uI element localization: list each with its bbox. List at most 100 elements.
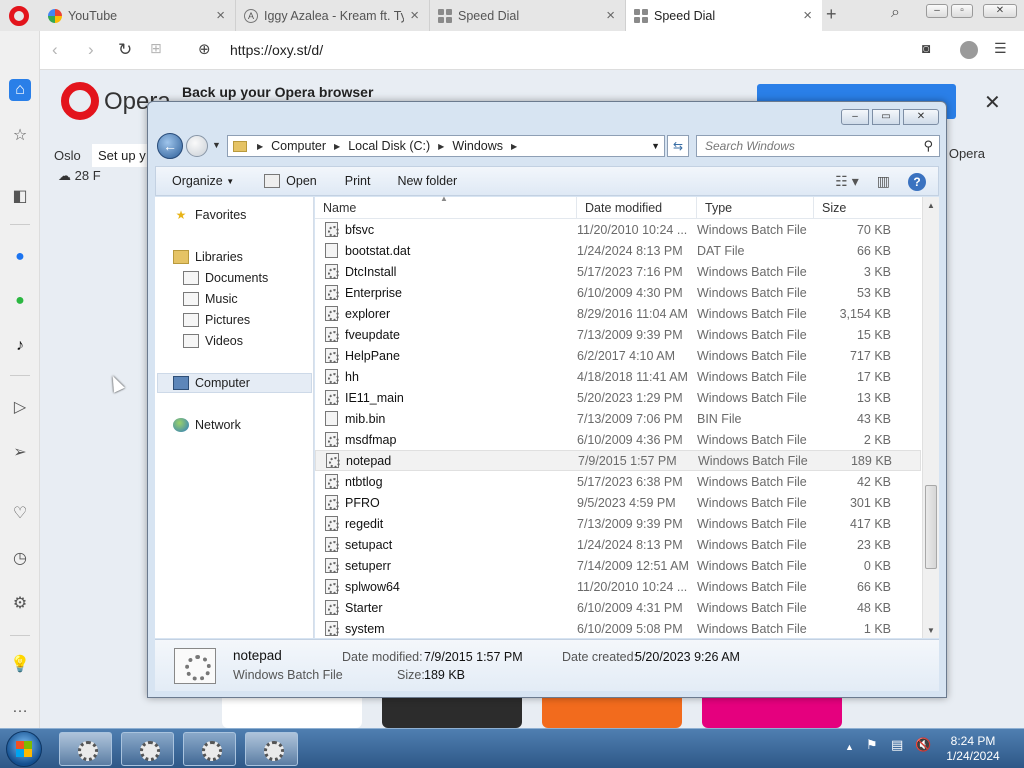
lightbulb-icon[interactable]: 💡 bbox=[9, 653, 31, 675]
tab-speed-dial[interactable]: Speed Dial × bbox=[430, 0, 626, 31]
search-input[interactable]: Search Windows ⚲ bbox=[696, 135, 940, 157]
weather-location[interactable]: Oslo bbox=[54, 148, 81, 163]
table-row[interactable]: DtcInstall 5/17/2023 7:16 PM Windows Batch… bbox=[315, 261, 921, 282]
back-icon[interactable]: ‹ bbox=[52, 40, 58, 60]
speed-dial-tile[interactable] bbox=[702, 698, 842, 728]
maximize-icon[interactable]: ▭ bbox=[872, 109, 900, 125]
nav-music[interactable]: Music bbox=[183, 292, 238, 306]
volume-muted-icon[interactable]: 🔇 bbox=[915, 737, 931, 753]
profile-icon[interactable] bbox=[960, 41, 978, 59]
organize-button[interactable]: Organize ▼ bbox=[172, 174, 234, 188]
close-icon[interactable]: ✕ bbox=[903, 109, 939, 125]
nav-videos[interactable]: Videos bbox=[183, 334, 243, 348]
table-row[interactable]: Starter 6/10/2009 4:31 PM Windows Batch Fi… bbox=[315, 597, 921, 618]
easy-setup-icon[interactable]: ☰ bbox=[994, 40, 1007, 57]
messenger-icon[interactable]: ● bbox=[9, 246, 31, 268]
breadcrumb-local-disk[interactable]: Local Disk (C:) bbox=[348, 139, 430, 153]
address-dropdown-icon[interactable]: ▼ bbox=[651, 141, 660, 151]
home-icon[interactable]: ⌂ bbox=[9, 79, 31, 101]
whatsapp-icon[interactable]: ● bbox=[9, 290, 31, 312]
table-row[interactable]: explorer 8/29/2016 11:04 AM Windows Batch … bbox=[315, 303, 921, 324]
column-size[interactable]: Size bbox=[814, 197, 891, 219]
address-bar[interactable]: ▶ Computer ▶ Local Disk (C:) ▶ Windows ▶… bbox=[227, 135, 665, 157]
new-tab-icon[interactable]: + bbox=[826, 4, 837, 25]
table-row[interactable]: bootstat.dat 1/24/2024 8:13 PM DAT File 66 … bbox=[315, 240, 921, 261]
table-row[interactable]: splwow64 11/20/2010 10:24 ... Windows Batc… bbox=[315, 576, 921, 597]
breadcrumb-windows[interactable]: Windows bbox=[452, 139, 503, 153]
minimize-icon[interactable]: – bbox=[841, 109, 869, 125]
show-hidden-icons-icon[interactable]: ▲ bbox=[845, 742, 854, 752]
tab-iggy-azalea[interactable]: A Iggy Azalea - Kream ft. Tyga × bbox=[236, 0, 430, 31]
search-tabs-icon[interactable]: ⌕ bbox=[891, 4, 900, 22]
table-row[interactable]: IE11_main 5/20/2023 1:29 PM Windows Batch … bbox=[315, 387, 921, 408]
new-folder-button[interactable]: New folder bbox=[397, 174, 457, 188]
url-field[interactable]: https://oxy.st/d/ bbox=[230, 42, 323, 58]
action-center-icon[interactable]: ⚑ bbox=[866, 737, 878, 753]
taskbar-app-button[interactable] bbox=[245, 732, 298, 766]
tab-youtube[interactable]: YouTube × bbox=[40, 0, 236, 31]
more-icon[interactable]: … bbox=[9, 697, 31, 719]
chevron-right-icon[interactable]: ▶ bbox=[334, 142, 340, 151]
history-icon[interactable]: ◷ bbox=[9, 547, 31, 569]
recent-pages-icon[interactable]: ▼ bbox=[212, 140, 221, 150]
table-row[interactable]: hh 4/18/2018 11:41 AM Windows Batch File 17… bbox=[315, 366, 921, 387]
nav-documents[interactable]: Documents bbox=[183, 271, 268, 285]
refresh-button[interactable]: ⇆ bbox=[667, 135, 689, 157]
change-view-icon[interactable]: ☷ ▾ bbox=[835, 173, 858, 191]
table-row[interactable]: setuperr 7/14/2009 12:51 AM Windows Batch … bbox=[315, 555, 921, 576]
nav-computer[interactable]: Computer bbox=[157, 373, 312, 393]
close-banner-icon[interactable]: ✕ bbox=[984, 90, 1001, 115]
column-date-modified[interactable]: Date modified bbox=[577, 197, 697, 219]
table-row[interactable]: mib.bin 7/13/2009 7:06 PM BIN File 43 KB bbox=[315, 408, 921, 429]
chevron-right-icon[interactable]: ▶ bbox=[438, 142, 444, 151]
tab-speed-dial-active[interactable]: Speed Dial × bbox=[626, 0, 822, 31]
close-window-icon[interactable]: ✕ bbox=[983, 4, 1017, 18]
tab-close-icon[interactable]: × bbox=[410, 7, 419, 24]
help-icon[interactable]: ? bbox=[908, 173, 926, 191]
player-icon[interactable]: ▷ bbox=[9, 396, 31, 418]
tiktok-icon[interactable]: ♪ bbox=[9, 335, 31, 357]
vertical-scrollbar[interactable]: ▲ ▼ bbox=[922, 197, 939, 638]
taskbar-app-button[interactable] bbox=[59, 732, 112, 766]
camera-icon[interactable]: ◙ bbox=[922, 40, 930, 56]
shopping-bag-icon[interactable]: ◧ bbox=[9, 185, 31, 207]
table-row[interactable]: PFRO 9/5/2023 4:59 PM Windows Batch File 30… bbox=[315, 492, 921, 513]
search-icon[interactable]: ⚲ bbox=[923, 138, 933, 154]
speed-dial-tile[interactable] bbox=[382, 698, 522, 728]
network-icon[interactable]: ▤ bbox=[891, 737, 903, 753]
table-row[interactable]: ntbtlog 5/17/2023 6:38 PM Windows Batch Fi… bbox=[315, 471, 921, 492]
speed-dial-tile[interactable] bbox=[222, 698, 362, 728]
tab-close-icon[interactable]: × bbox=[803, 7, 812, 24]
send-icon[interactable]: ➢ bbox=[9, 441, 31, 463]
open-button[interactable]: Open bbox=[264, 174, 317, 188]
table-row[interactable]: Enterprise 6/10/2009 4:30 PM Windows Batch… bbox=[315, 282, 921, 303]
taskbar-app-button[interactable] bbox=[121, 732, 174, 766]
column-name[interactable]: Name ▲ bbox=[315, 194, 577, 219]
preview-pane-icon[interactable]: ▥ bbox=[877, 173, 890, 191]
back-button[interactable]: ← bbox=[157, 133, 183, 159]
scroll-down-icon[interactable]: ▼ bbox=[927, 626, 935, 635]
maximize-icon[interactable]: ▫ bbox=[951, 4, 973, 18]
column-type[interactable]: Type bbox=[697, 197, 814, 219]
table-row[interactable]: notepad 7/9/2015 1:57 PM Windows Batch Fil… bbox=[315, 450, 921, 471]
forward-button[interactable] bbox=[186, 135, 208, 157]
taskbar-app-button[interactable] bbox=[183, 732, 236, 766]
speed-dial-tile[interactable] bbox=[542, 698, 682, 728]
system-clock[interactable]: 8:24 PM 1/24/2024 bbox=[938, 734, 1008, 764]
table-row[interactable]: bfsvc 11/20/2010 10:24 ... Windows Batch F… bbox=[315, 219, 921, 240]
table-row[interactable]: setupact 1/24/2024 8:13 PM Windows Batch F… bbox=[315, 534, 921, 555]
chevron-right-icon[interactable]: ▶ bbox=[511, 142, 517, 151]
forward-icon[interactable]: › bbox=[88, 40, 94, 60]
table-row[interactable]: regedit 7/13/2009 9:39 PM Windows Batch Fi… bbox=[315, 513, 921, 534]
table-row[interactable]: fveupdate 7/13/2009 9:39 PM Windows Batch … bbox=[315, 324, 921, 345]
reload-icon[interactable]: ↻ bbox=[118, 40, 132, 60]
print-button[interactable]: Print bbox=[345, 174, 371, 188]
tab-grid-icon[interactable]: ⊞ bbox=[150, 40, 162, 57]
minimize-icon[interactable]: – bbox=[926, 4, 948, 18]
nav-favorites[interactable]: ★ Favorites bbox=[173, 208, 247, 222]
tab-close-icon[interactable]: × bbox=[606, 7, 615, 24]
table-row[interactable]: system 6/10/2009 5:08 PM Windows Batch Fil… bbox=[315, 618, 921, 639]
scroll-up-icon[interactable]: ▲ bbox=[927, 201, 935, 210]
tab-close-icon[interactable]: × bbox=[216, 7, 225, 24]
nav-network[interactable]: Network bbox=[173, 418, 241, 432]
